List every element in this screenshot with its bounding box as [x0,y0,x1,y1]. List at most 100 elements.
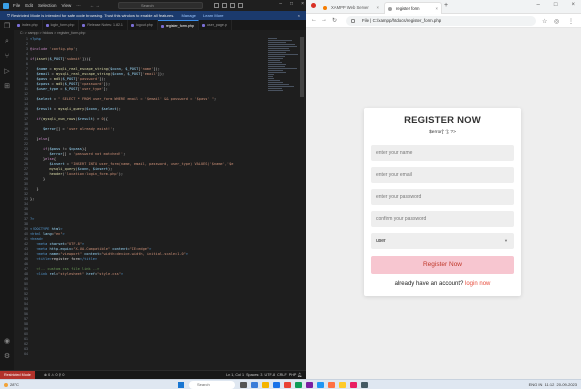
confirm-password-input[interactable]: confirm your password [371,211,514,227]
menu-view[interactable]: View [62,3,72,8]
minimap-line [268,86,294,87]
register-now-button[interactable]: Register Now [371,256,514,274]
editor-scrollbar[interactable] [300,37,304,97]
tab-release-notes[interactable]: Release Notes: 1.82.1 [79,20,128,30]
address-bar[interactable]: File | C:/xampp/htdocs/register_form.php [346,16,536,26]
menu-file[interactable]: File [13,3,20,8]
activity-bar: ❐ ⌕ ⑂ ▷ ⊞ ◉ ⚙ [0,20,14,370]
menu-more[interactable]: ··· [76,3,81,8]
tab-login-form[interactable]: login_form.php [43,20,80,30]
maximize-icon[interactable]: □ [290,1,293,7]
new-tab-button[interactable]: + [444,2,448,9]
login-now-link[interactable]: login now [465,281,490,287]
maximize-icon[interactable]: □ [554,2,558,8]
menu-edit[interactable]: Edit [25,3,33,8]
command-search-input[interactable]: Search [118,2,203,9]
minimap-line [268,66,286,67]
windows-start-icon[interactable] [178,382,184,388]
chrome-icon[interactable] [284,382,291,388]
minimap-line [268,84,289,85]
toggle-secondary-sidebar-icon[interactable] [230,3,235,8]
clock-time[interactable]: 11:12 [545,382,555,387]
name-input[interactable]: enter your name [371,145,514,161]
reload-icon[interactable]: ↻ [332,17,337,24]
problems-count: ⊗ 0 ⚠ 0 [44,373,58,377]
language-mode[interactable]: PHP [289,373,297,377]
app-icon-4[interactable] [328,382,335,388]
register-form: REGISTER NOW $error[' ']; ?> enter your … [364,108,521,296]
source-control-icon[interactable]: ⑂ [3,53,11,61]
extensions-icon[interactable]: ⊞ [3,83,11,91]
system-tray[interactable]: ENG IN 11:12 20-09-2023 [529,380,577,389]
indent-spaces[interactable]: Spaces: 3 [246,373,262,377]
tab-xampp-label: XAMPP Web Server [331,5,369,10]
minimize-icon[interactable]: – [537,2,540,8]
tab-logout[interactable]: logout.php [128,20,158,30]
search-icon[interactable]: ⌕ [3,38,11,46]
task-view-icon[interactable] [240,382,247,388]
tab-register-form-page[interactable]: register form × [384,2,442,14]
app-icon-1[interactable] [251,382,258,388]
toggle-sidebar-icon[interactable] [214,3,219,8]
chevron-down-icon: ▼ [504,238,508,243]
app-icon-7[interactable] [361,382,368,388]
app-icon-5[interactable] [339,382,346,388]
layout-controls[interactable] [214,3,243,8]
problems-status[interactable]: ⊗ 0 ⚠ 0 ⚲ 0 [44,371,64,379]
run-debug-icon[interactable]: ▷ [3,68,11,76]
learn-more-link[interactable]: Learn More [203,13,223,18]
edge-icon[interactable] [273,382,280,388]
tab-close-icon[interactable]: × [377,2,379,14]
tab-user-page[interactable]: user_page.p [199,20,232,30]
close-icon[interactable]: × [571,2,575,8]
explorer-icon[interactable]: ❐ [3,23,11,31]
file-info-icon[interactable] [351,19,355,23]
bell-icon[interactable]: 🔔︎ [297,373,302,377]
end-of-line[interactable]: CRLF [277,373,287,377]
manage-gear-icon[interactable]: ⚙ [3,353,11,361]
line-number-gutter: 1 2 3 4 5 6 7 8 9 10 11 12 13 14 15 16 17 18 19 20 21 22 23 24 2… [14,37,28,370]
nav-back-forward-icon[interactable]: ← → [90,3,100,8]
menu-selection[interactable]: Selection [38,3,57,8]
login-prompt: already have an account? login now [364,281,521,287]
banner-close-icon[interactable]: × [298,11,300,20]
minimap-line [268,58,283,59]
app-icon-3[interactable] [306,382,313,388]
password-input[interactable]: enter your password [371,189,514,205]
vscode-taskbar-icon[interactable] [317,382,324,388]
manage-link[interactable]: Manage [181,13,195,18]
profile-icon[interactable]: ◎ [554,18,559,25]
tab-register-form[interactable]: register_form.php [157,20,199,30]
star-icon[interactable]: ☆ [542,18,547,25]
language-indicator[interactable]: ENG IN [529,382,543,387]
email-input[interactable]: enter your email [371,167,514,183]
file-explorer-icon[interactable] [262,382,269,388]
cursor-position[interactable]: Ln 1, Col 1 [226,373,244,377]
app-icon-6[interactable] [350,382,357,388]
back-icon[interactable]: ← [311,17,317,23]
taskbar-search[interactable]: Search [189,381,235,389]
page-content: REGISTER NOW $error[' ']; ?> enter your … [306,28,581,379]
forward-icon[interactable]: → [321,17,327,23]
minimap-line [268,46,297,47]
code-editor[interactable]: <?php @include 'config.php'; if(isset($_… [30,37,266,370]
minimize-icon[interactable]: – [279,1,282,7]
weather-widget[interactable]: 28°C [4,381,19,389]
app-icon-2[interactable] [295,382,302,388]
breadcrumb[interactable]: C: > xampp > htdocs > register_form.php [14,30,306,37]
minimap-line [268,56,285,57]
restricted-mode-status[interactable]: Restricted Mode [0,371,35,379]
user-type-select[interactable]: user ▼ [371,233,514,249]
minimap[interactable] [268,37,298,127]
close-icon[interactable]: × [301,1,304,7]
clock-date[interactable]: 20-09-2023 [557,382,577,387]
restricted-mode-banner: ⛉ Restricted Mode is intended for safe c… [0,11,306,20]
menu-dots-icon[interactable]: ⋮ [568,18,574,25]
toggle-panel-icon[interactable] [222,3,227,8]
status-bar: Restricted Mode ⊗ 0 ⚠ 0 ⚲ 0 Ln 1, Col 1 … [0,370,306,379]
tab-index[interactable]: index.php [14,20,43,30]
customize-layout-icon[interactable] [238,3,243,8]
encoding[interactable]: UTF-8 [265,373,275,377]
account-icon[interactable]: ◉ [3,338,11,346]
tab-xampp[interactable]: XAMPP Web Server × [320,2,382,14]
